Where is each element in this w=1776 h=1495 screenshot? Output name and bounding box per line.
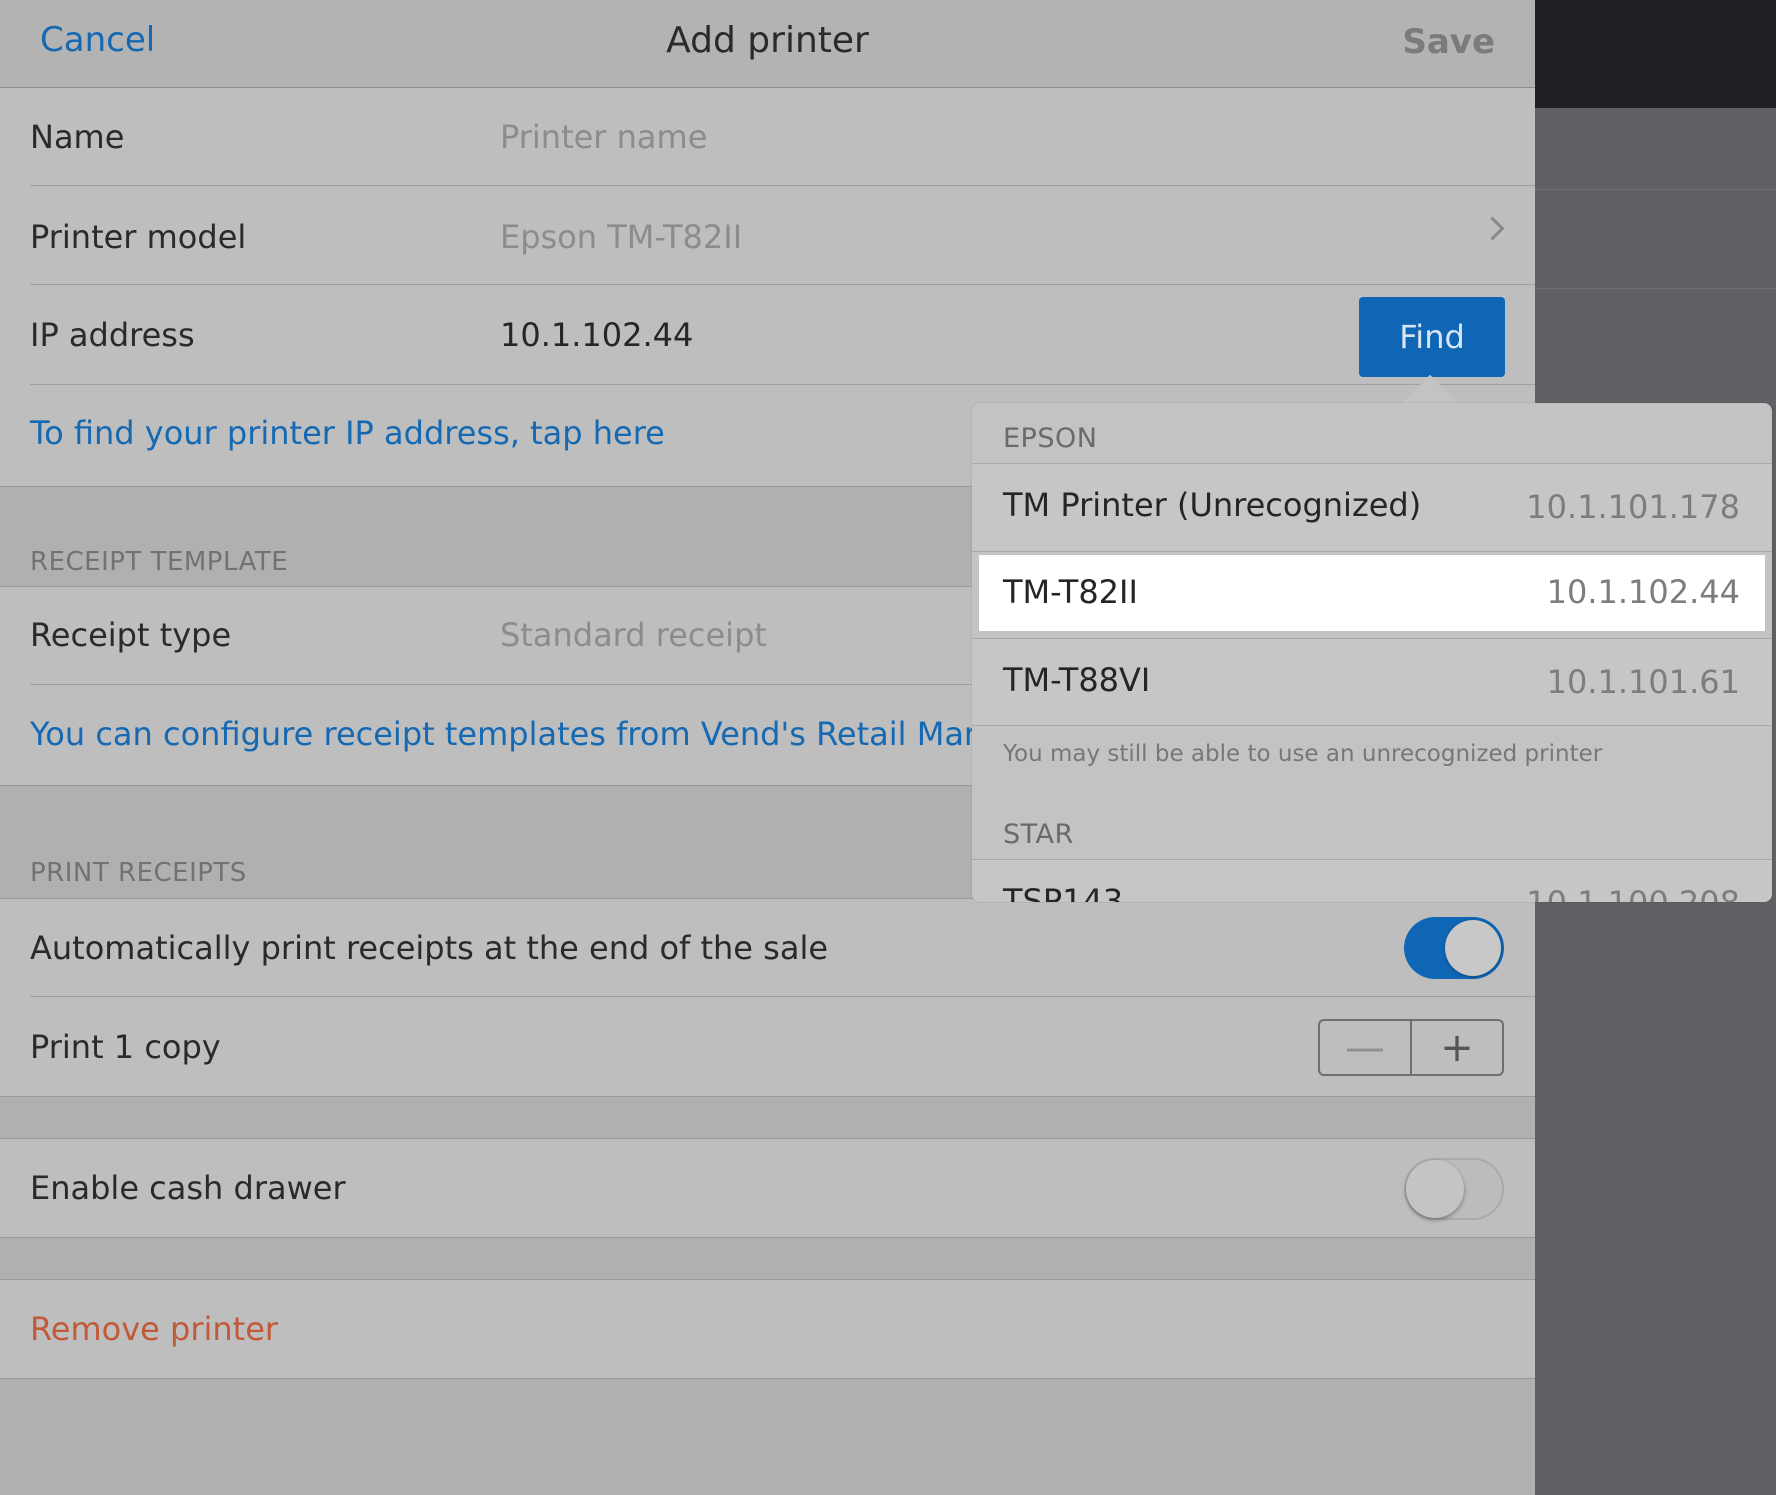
divider	[30, 384, 1535, 385]
printer-result-row[interactable]: TM-T88VI 10.1.101.61	[972, 639, 1772, 725]
receipt-type-value[interactable]: Standard receipt	[500, 616, 767, 654]
auto-print-label: Automatically print receipts at the end …	[30, 929, 829, 967]
toggle-knob	[1445, 920, 1501, 976]
divider	[30, 185, 1535, 186]
cash-drawer-toggle[interactable]	[1404, 1158, 1504, 1220]
copies-stepper[interactable]: — +	[1318, 1019, 1504, 1076]
background-divider	[1535, 288, 1776, 289]
save-button[interactable]: Save	[1402, 22, 1495, 62]
ip-address-input[interactable]: 10.1.102.44	[500, 316, 693, 354]
divider	[30, 284, 1535, 285]
remove-printer-button[interactable]: Remove printer	[30, 1310, 278, 1348]
print-receipts-section-title: PRINT RECEIPTS	[30, 858, 247, 888]
printer-search-popover: EPSON TM Printer (Unrecognized) 10.1.101…	[972, 403, 1772, 902]
section-spacer	[0, 1097, 1535, 1138]
find-ip-help-link[interactable]: To find your printer IP address, tap her…	[30, 414, 665, 452]
receipt-type-label: Receipt type	[30, 616, 232, 654]
divider	[30, 996, 1535, 997]
printer-result-ip: 10.1.101.178	[1526, 488, 1740, 526]
section-spacer	[0, 1238, 1535, 1279]
printer-result-name: TM-T88VI	[1003, 661, 1151, 699]
toggle-knob	[1406, 1160, 1464, 1218]
print-receipts-group: Automatically print receipts at the end …	[0, 899, 1535, 1096]
printer-model-label: Printer model	[30, 218, 247, 256]
printer-result-name: TM Printer (Unrecognized)	[1003, 486, 1422, 524]
printer-result-ip: 10.1.102.44	[1546, 573, 1740, 611]
divider	[972, 725, 1772, 726]
epson-section-title: EPSON	[1003, 423, 1098, 454]
find-button[interactable]: Find	[1359, 297, 1505, 377]
printer-result-row-selected[interactable]: TM-T82II 10.1.102.44	[979, 555, 1765, 631]
printer-result-ip: 10.1.100.208	[1526, 884, 1740, 902]
configure-templates-link[interactable]: You can configure receipt templates from…	[30, 715, 1044, 753]
background-divider	[1535, 189, 1776, 190]
printer-result-row[interactable]: TM Printer (Unrecognized) 10.1.101.178	[972, 464, 1772, 550]
printer-result-row[interactable]: TSP143 10.1.100.208	[972, 860, 1772, 902]
printer-result-name: TM-T82II	[1003, 573, 1138, 611]
auto-print-toggle[interactable]	[1404, 917, 1504, 979]
printer-result-ip: 10.1.101.61	[1546, 663, 1740, 701]
page-title: Add printer	[666, 20, 869, 61]
background-app-bar	[1535, 0, 1776, 108]
remove-printer-group: Remove printer	[0, 1280, 1535, 1378]
star-section-title: STAR	[1003, 819, 1074, 850]
copies-label: Print 1 copy	[30, 1028, 221, 1066]
cash-drawer-group: Enable cash drawer	[0, 1139, 1535, 1237]
cash-drawer-label: Enable cash drawer	[30, 1169, 346, 1207]
printer-model-value[interactable]: Epson TM-T82II	[500, 218, 742, 256]
decrement-button[interactable]: —	[1320, 1021, 1412, 1074]
printer-name-input[interactable]: Printer name	[500, 118, 707, 156]
name-label: Name	[30, 118, 125, 156]
nav-bar: Cancel Add printer Save	[0, 0, 1535, 88]
divider	[972, 551, 1772, 552]
receipt-template-section-title: RECEIPT TEMPLATE	[30, 547, 289, 577]
unrecognized-printer-note: You may still be able to use an unrecogn…	[1003, 741, 1603, 767]
printer-result-name: TSP143	[1003, 882, 1124, 902]
bottom-spacer	[0, 1379, 1535, 1495]
ip-address-label: IP address	[30, 316, 195, 354]
increment-button[interactable]: +	[1412, 1021, 1502, 1074]
